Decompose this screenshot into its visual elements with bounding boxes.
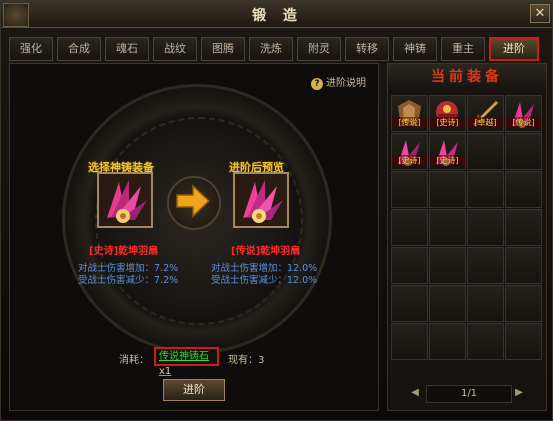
equipment-slot[interactable] (467, 285, 504, 322)
help-link[interactable]: ? 进阶说明 (311, 74, 366, 90)
equipment-slot[interactable]: [史诗] (429, 95, 466, 132)
page-prev-icon[interactable]: ◀ (408, 385, 422, 401)
equipment-tag: [卓越] (468, 117, 503, 128)
equipment-slot[interactable] (391, 209, 428, 246)
equipment-slot[interactable] (429, 323, 466, 360)
advance-button[interactable]: 进阶 (163, 379, 225, 401)
equipment-slot[interactable] (391, 171, 428, 208)
cost-item-name: 传说神铸石 (159, 351, 209, 362)
equipment-tag: [传说] (392, 117, 427, 128)
equipment-slot[interactable] (429, 209, 466, 246)
equipment-slot[interactable] (391, 247, 428, 284)
equipment-tag: [史诗] (392, 155, 427, 166)
source-stat-2: 受战士伤害减少：7.2% (78, 275, 179, 286)
tab-battle-pattern[interactable]: 战纹 (153, 37, 197, 61)
source-item-slot[interactable] (97, 172, 153, 228)
owned-count: 现有：3 (228, 355, 265, 366)
equipment-slot[interactable]: [卓越] (467, 95, 504, 132)
equipment-slot[interactable] (391, 323, 428, 360)
cost-item-link[interactable]: 传说神铸石 x1 (154, 347, 219, 377)
equipment-slot[interactable] (467, 209, 504, 246)
page-next-icon[interactable]: ▶ (512, 385, 526, 401)
equipment-tag: [史诗] (430, 155, 465, 166)
equipment-slot[interactable] (505, 133, 542, 170)
equipment-slot[interactable] (505, 247, 542, 284)
title-bar: 锻 造 ✕ (1, 1, 552, 28)
tab-totem[interactable]: 图腾 (201, 37, 245, 61)
preview-stat-2: 受战士伤害减少：12.0% (211, 275, 318, 286)
help-label: 进阶说明 (326, 78, 366, 89)
equipment-slot[interactable] (429, 171, 466, 208)
equipment-tag: [史诗] (430, 117, 465, 128)
tab-synthesize[interactable]: 合成 (57, 37, 101, 61)
tab-rebind[interactable]: 重主 (441, 37, 485, 61)
equipment-slot[interactable]: [史诗] (429, 133, 466, 170)
window-title: 锻 造 (252, 8, 303, 24)
tab-divine-forge[interactable]: 神铸 (393, 37, 437, 61)
equipment-slot[interactable] (467, 133, 504, 170)
equipment-tag: [传说] (506, 117, 541, 128)
equipment-slot[interactable]: [传说] (391, 95, 428, 132)
equipment-slot[interactable] (467, 323, 504, 360)
tab-strengthen[interactable]: 强化 (9, 37, 53, 61)
source-item-name: [史诗]乾坤羽扇 (89, 246, 159, 257)
tab-advance[interactable]: 进阶 (489, 37, 539, 61)
equipment-slot[interactable]: [传说] (505, 95, 542, 132)
equipment-slot[interactable] (467, 171, 504, 208)
close-button[interactable]: ✕ (530, 4, 550, 23)
tab-enchant[interactable]: 附灵 (297, 37, 341, 61)
current-equipment-title: 当前装备 (388, 64, 546, 90)
equipment-slot[interactable] (505, 209, 542, 246)
equipment-slot[interactable] (505, 171, 542, 208)
feather-fan-icon (235, 174, 287, 226)
equipment-slot[interactable] (429, 247, 466, 284)
tab-reroll[interactable]: 洗炼 (249, 37, 293, 61)
preview-item-slot (233, 172, 289, 228)
current-equipment-panel: 当前装备 [传说] [史诗] [卓越] [传说] [史诗] [史诗] ◀ 1/1… (387, 63, 547, 411)
arrow-right-icon (167, 176, 221, 230)
equipment-slot[interactable] (391, 285, 428, 322)
feather-fan-icon (99, 174, 151, 226)
preview-item-name: [传说]乾坤羽扇 (231, 246, 301, 257)
equipment-slot[interactable] (467, 247, 504, 284)
tab-transfer[interactable]: 转移 (345, 37, 389, 61)
cost-item-qty: x1 (159, 366, 172, 377)
page-indicator: 1/1 (426, 385, 512, 403)
equipment-slot[interactable] (505, 323, 542, 360)
equipment-slot[interactable]: [史诗] (391, 133, 428, 170)
equipment-slot[interactable] (429, 285, 466, 322)
cost-label: 消耗： (119, 355, 149, 366)
help-icon: ? (311, 78, 323, 90)
tab-soulstone[interactable]: 魂石 (105, 37, 149, 61)
forge-window: 锻 造 ✕ 强化 合成 魂石 战纹 图腾 洗炼 附灵 转移 神铸 重主 进阶 ?… (0, 0, 553, 421)
equipment-slot[interactable] (505, 285, 542, 322)
